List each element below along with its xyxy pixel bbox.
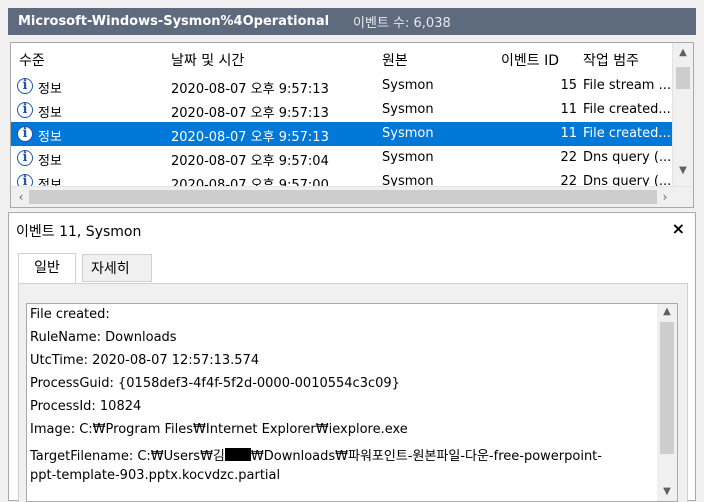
event-row[interactable]: i 정보 2020-08-07 오후 9:57:04 Sysmon 22 Dns… (11, 146, 673, 170)
description-line: UtcTime: 2020-08-07 12:57:13.574 (30, 353, 260, 368)
category-cell: Dns query (... (583, 150, 672, 165)
event-row[interactable]: i 정보 2020-08-07 오후 9:57:13 Sysmon 11 Fil… (11, 98, 673, 122)
scroll-right-arrow-icon[interactable]: › (657, 187, 673, 207)
datetime-cell: 2020-08-07 오후 9:57:13 (171, 82, 329, 97)
close-icon[interactable]: × (672, 219, 685, 238)
scroll-down-arrow-icon[interactable]: ▼ (657, 484, 677, 500)
column-header-level[interactable]: 수준 (19, 50, 45, 70)
info-icon: i (17, 78, 33, 94)
source-cell: Sysmon (382, 150, 434, 165)
target-filename-suffix: ₩Downloads₩파워포인트-원본파일-다운-free-powerpoint… (250, 449, 602, 464)
event-id-cell: 22 (560, 150, 577, 165)
datetime-cell: 2020-08-07 오후 9:57:13 (171, 106, 329, 121)
datetime-cell: 2020-08-07 오후 9:57:04 (171, 154, 329, 169)
source-cell: Sysmon (382, 102, 434, 117)
level-cell: 정보 (38, 82, 62, 97)
description-line: RuleName: Downloads (30, 330, 177, 345)
log-title-bar: Microsoft-Windows-Sysmon%4Operational 이벤… (8, 8, 696, 35)
scroll-left-arrow-icon[interactable]: ‹ (13, 187, 29, 207)
scroll-down-arrow-icon[interactable]: ▼ (673, 163, 693, 179)
event-id-cell: 15 (560, 78, 577, 93)
description-line: Image: C:₩Program Files₩Internet Explore… (30, 422, 408, 437)
event-list[interactable]: 수준 날짜 및 시간 원본 이벤트 ID 작업 범주 i 정보 2020-08-… (10, 42, 694, 208)
category-cell: File created... (583, 126, 671, 141)
level-cell: 정보 (38, 130, 62, 145)
event-row[interactable]: i 정보 2020-08-07 오후 9:57:13 Sysmon 15 Fil… (11, 74, 673, 98)
event-detail-pane: 이벤트 11, Sysmon × 자세히 일반 File created: Ru… (8, 212, 696, 502)
scroll-thumb[interactable] (29, 190, 657, 204)
datetime-cell: 2020-08-07 오후 9:57:13 (171, 130, 329, 145)
scroll-up-arrow-icon[interactable]: ▲ (673, 45, 693, 61)
source-cell: Sysmon (382, 126, 434, 141)
description-line: ProcessGuid: {0158def3-4f4f-5f2d-0000-00… (30, 376, 400, 391)
tab-general-panel: File created: RuleName: Downloads UtcTim… (18, 283, 688, 502)
detail-tabs: 자세히 일반 (18, 253, 688, 284)
info-icon: i (17, 126, 33, 142)
event-count: 이벤트 수: 6,038 (353, 16, 451, 31)
category-cell: File created... (583, 102, 671, 117)
column-header-event-id[interactable]: 이벤트 ID (501, 50, 559, 70)
event-description-text[interactable]: File created: RuleName: Downloads UtcTim… (26, 303, 678, 502)
info-icon: i (17, 150, 33, 166)
column-header-category[interactable]: 작업 범주 (583, 50, 639, 70)
level-cell: 정보 (38, 154, 62, 169)
description-line: File created: (30, 307, 110, 322)
log-name: Microsoft-Windows-Sysmon%4Operational (18, 14, 330, 29)
text-vertical-scrollbar[interactable]: ▲ ▼ (657, 304, 677, 501)
scroll-up-arrow-icon[interactable]: ▲ (657, 304, 677, 320)
event-row-selected[interactable]: i 정보 2020-08-07 오후 9:57:13 Sysmon 11 Fil… (11, 122, 673, 146)
scroll-thumb[interactable] (676, 67, 690, 89)
redaction-block (224, 448, 251, 461)
target-filename-prefix: TargetFilename: C:₩Users₩김 (30, 449, 225, 464)
event-id-cell: 11 (560, 126, 577, 141)
info-icon: i (17, 102, 33, 118)
event-detail-title: 이벤트 11, Sysmon (16, 224, 142, 240)
source-cell: Sysmon (382, 78, 434, 93)
list-vertical-scrollbar[interactable]: ▲ ▼ (672, 43, 693, 189)
category-cell: File stream ... (583, 78, 671, 93)
column-header-datetime[interactable]: 날짜 및 시간 (171, 50, 244, 70)
list-horizontal-scrollbar[interactable]: ‹ › (11, 186, 693, 207)
description-line: ppt-template-903.pptx.kocvdzc.partial (30, 468, 281, 483)
scroll-thumb[interactable] (660, 322, 674, 454)
description-line: ProcessId: 10824 (30, 399, 142, 414)
description-line-target: TargetFilename: C:₩Users₩김 ₩Downloads₩파워포… (30, 445, 602, 464)
column-header-row: 수준 날짜 및 시간 원본 이벤트 ID 작업 범주 (11, 43, 673, 73)
event-id-cell: 11 (560, 102, 577, 117)
level-cell: 정보 (38, 106, 62, 121)
tab-general[interactable]: 일반 (18, 253, 76, 284)
column-header-source[interactable]: 원본 (382, 50, 408, 70)
tab-details[interactable]: 자세히 (82, 254, 152, 282)
